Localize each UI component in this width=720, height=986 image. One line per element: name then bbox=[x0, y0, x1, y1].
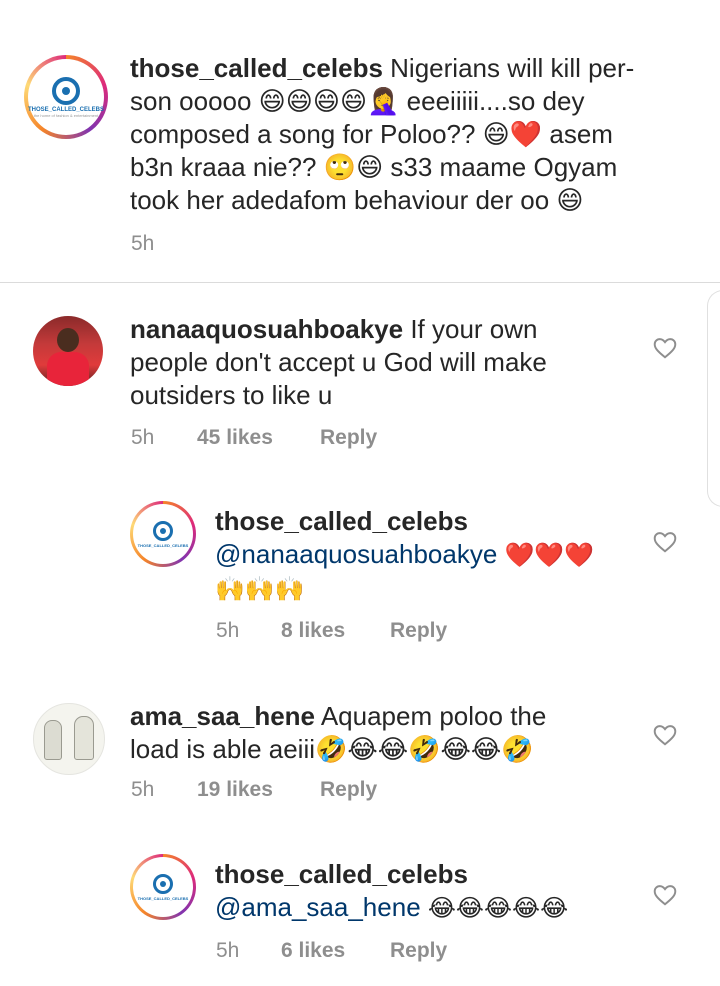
divider bbox=[0, 282, 720, 283]
comment-meta: 5h 8 likes Reply bbox=[216, 619, 447, 643]
avatar[interactable] bbox=[33, 316, 103, 386]
emoji-text: 🙌🙌🙌 bbox=[215, 576, 305, 603]
comment-meta: 5h 19 likes Reply bbox=[131, 778, 377, 802]
reply-button[interactable]: Reply bbox=[320, 426, 377, 450]
timestamp: 5h bbox=[216, 619, 240, 642]
comment-line: b3n kraaa nie?? 🙄😄 s33 maame Ogyam bbox=[130, 152, 618, 182]
timestamp: 5h bbox=[131, 778, 155, 801]
username[interactable]: those_called_celebs bbox=[130, 53, 383, 83]
username[interactable]: those_called_celebs bbox=[215, 506, 468, 536]
comment: nanaaquosuahboakye If your own people do… bbox=[0, 300, 720, 470]
figure-left bbox=[44, 720, 62, 760]
comment-line: son ooooo 😄😄😄😄🤦‍♀️ eeeiiiii....so dey bbox=[130, 86, 585, 116]
logo-text: THOSE_CALLED_CELEBS bbox=[137, 542, 189, 548]
reply-comment: THOSE_CALLED_CELEBS those_called_celebs … bbox=[0, 850, 720, 980]
comment-text: ama_saa_hene Aquapem poloo the load is a… bbox=[130, 700, 630, 766]
brand-logo-icon bbox=[153, 520, 173, 541]
likes-count[interactable]: 8 likes bbox=[281, 619, 390, 643]
logo-subtitle: the home of fashion & entertainment bbox=[33, 112, 99, 118]
avatar[interactable]: THOSE_CALLED_CELEBS bbox=[130, 854, 196, 920]
brand-logo-icon bbox=[52, 76, 80, 105]
timestamp: 5h bbox=[216, 939, 240, 962]
emoji-text: ❤️❤️❤️ bbox=[504, 542, 595, 569]
heart-outline-icon[interactable] bbox=[652, 335, 678, 361]
username[interactable]: ama_saa_hene bbox=[130, 701, 315, 731]
comment-text: nanaaquosuahboakye If your own people do… bbox=[130, 313, 630, 412]
emoji-text: 😂😂😂😂😂 bbox=[427, 895, 569, 922]
reply-button[interactable]: Reply bbox=[390, 939, 447, 963]
reply-button[interactable]: Reply bbox=[320, 778, 377, 802]
heart-outline-icon[interactable] bbox=[652, 529, 678, 555]
comment-meta: 5h bbox=[131, 232, 154, 256]
comment-line: Aquapem poloo the bbox=[320, 701, 547, 731]
mention-link[interactable]: @nanaaquosuahboakye bbox=[215, 539, 497, 569]
username[interactable]: nanaaquosuahboakye bbox=[130, 314, 403, 344]
avatar[interactable]: THOSE_CALLED_CELEBS the home of fashion … bbox=[24, 55, 108, 139]
comment-meta: 5h 45 likes Reply bbox=[131, 426, 377, 450]
brand-logo-icon bbox=[153, 873, 173, 894]
person-head bbox=[57, 328, 79, 352]
comment: ama_saa_hene Aquapem poloo the load is a… bbox=[0, 690, 720, 815]
figure-right bbox=[74, 716, 94, 760]
person-body bbox=[47, 352, 89, 386]
caption-comment: THOSE_CALLED_CELEBS the home of fashion … bbox=[0, 0, 720, 282]
comment-line: took her adedafom behaviour der oo 😄 bbox=[130, 185, 584, 215]
comment-line: outsiders to like u bbox=[130, 380, 333, 410]
reply-button[interactable]: Reply bbox=[390, 619, 447, 643]
likes-count[interactable]: 6 likes bbox=[281, 939, 390, 963]
avatar[interactable] bbox=[33, 703, 105, 775]
comment-text: those_called_celebs Nigerians will kill … bbox=[130, 52, 690, 217]
comment-line: If your own bbox=[410, 314, 538, 344]
heart-outline-icon[interactable] bbox=[652, 882, 678, 908]
comment-line: Nigerians will kill per- bbox=[390, 53, 635, 83]
username[interactable]: those_called_celebs bbox=[215, 859, 468, 889]
comment-line: composed a song for Poloo?? 😄❤️ asem bbox=[130, 119, 613, 149]
timestamp: 5h bbox=[131, 426, 155, 449]
reply-comment: THOSE_CALLED_CELEBS those_called_celebs … bbox=[0, 495, 720, 660]
likes-count[interactable]: 45 likes bbox=[197, 426, 320, 450]
comment-line: people don't accept u God will make bbox=[130, 347, 547, 377]
logo-text: THOSE_CALLED_CELEBS bbox=[137, 895, 189, 901]
avatar[interactable]: THOSE_CALLED_CELEBS bbox=[130, 501, 196, 567]
comment-text: those_called_celebs @ama_saa_hene 😂😂😂😂😂 bbox=[215, 858, 635, 925]
heart-outline-icon[interactable] bbox=[652, 722, 678, 748]
comment-meta: 5h 6 likes Reply bbox=[216, 939, 447, 963]
comment-line: load is able aeiii🤣😂😂🤣😂😂🤣 bbox=[130, 734, 534, 764]
mention-link[interactable]: @ama_saa_hene bbox=[215, 892, 421, 922]
comment-text: those_called_celebs @nanaaquosuahboakye … bbox=[215, 505, 635, 606]
likes-count[interactable]: 19 likes bbox=[197, 778, 320, 802]
timestamp: 5h bbox=[131, 232, 155, 255]
